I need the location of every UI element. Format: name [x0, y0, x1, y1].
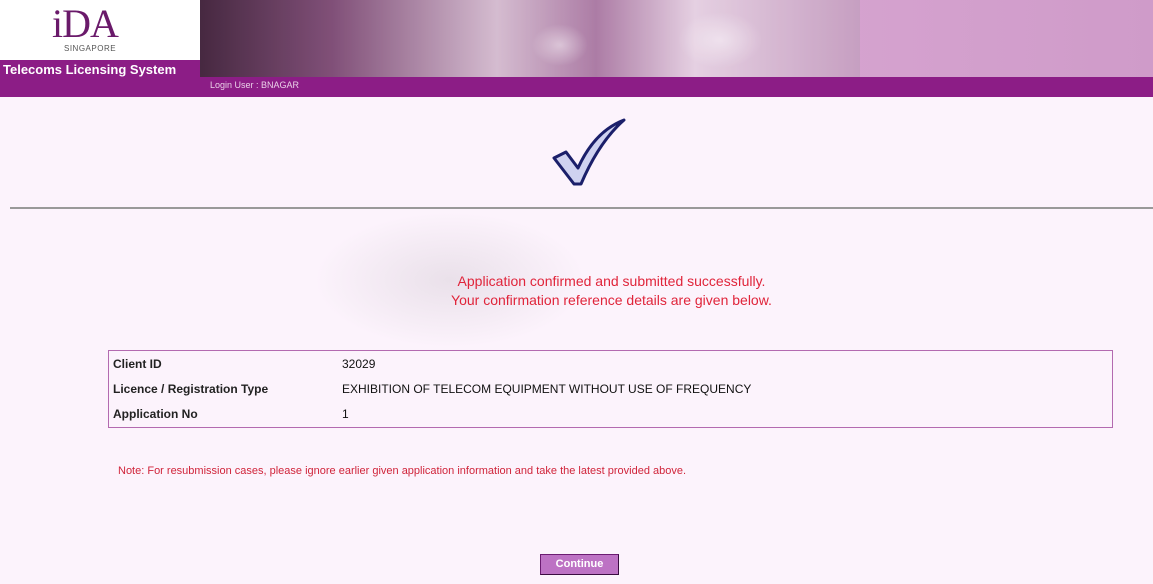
message-line-1: Application confirmed and submitted succ… — [457, 273, 766, 289]
application-no-value: 1 — [342, 407, 349, 421]
message-line-2: Your confirmation reference details are … — [451, 292, 772, 308]
logo-box: iDA SINGAPORE — [0, 0, 200, 60]
details-table: Client ID 32029 Licence / Registration T… — [108, 350, 1113, 428]
client-id-value: 32029 — [342, 357, 376, 371]
resubmission-note: Note: For resubmission cases, please ign… — [118, 465, 687, 477]
licence-type-label: Licence / Registration Type — [113, 382, 269, 396]
header: iDA SINGAPORE Telecoms Licensing System … — [0, 0, 1153, 97]
logo-subtitle: SINGAPORE — [64, 44, 117, 53]
login-bar: Login User : BNAGAR — [200, 77, 1153, 97]
divider — [10, 207, 1153, 209]
details-row-client-id: Client ID 32029 — [109, 353, 1112, 373]
application-no-label: Application No — [113, 407, 198, 421]
licence-type-value: EXHIBITION OF TELECOM EQUIPMENT WITHOUT … — [342, 382, 752, 396]
login-user: Login User : BNAGAR — [210, 80, 300, 90]
app-title: Telecoms Licensing System — [3, 62, 177, 77]
confirmation-message: Application confirmed and submitted succ… — [0, 272, 1153, 310]
satellite-dish-banner-image — [200, 0, 860, 77]
checkmark-icon — [552, 118, 626, 186]
ida-logo: iDA — [52, 1, 119, 46]
details-row-application-no: Application No 1 — [109, 403, 1112, 423]
background-dish-watermark — [250, 190, 650, 350]
details-row-licence-type: Licence / Registration Type EXHIBITION O… — [109, 378, 1112, 398]
continue-button[interactable]: Continue — [540, 554, 619, 575]
client-id-label: Client ID — [113, 357, 162, 371]
